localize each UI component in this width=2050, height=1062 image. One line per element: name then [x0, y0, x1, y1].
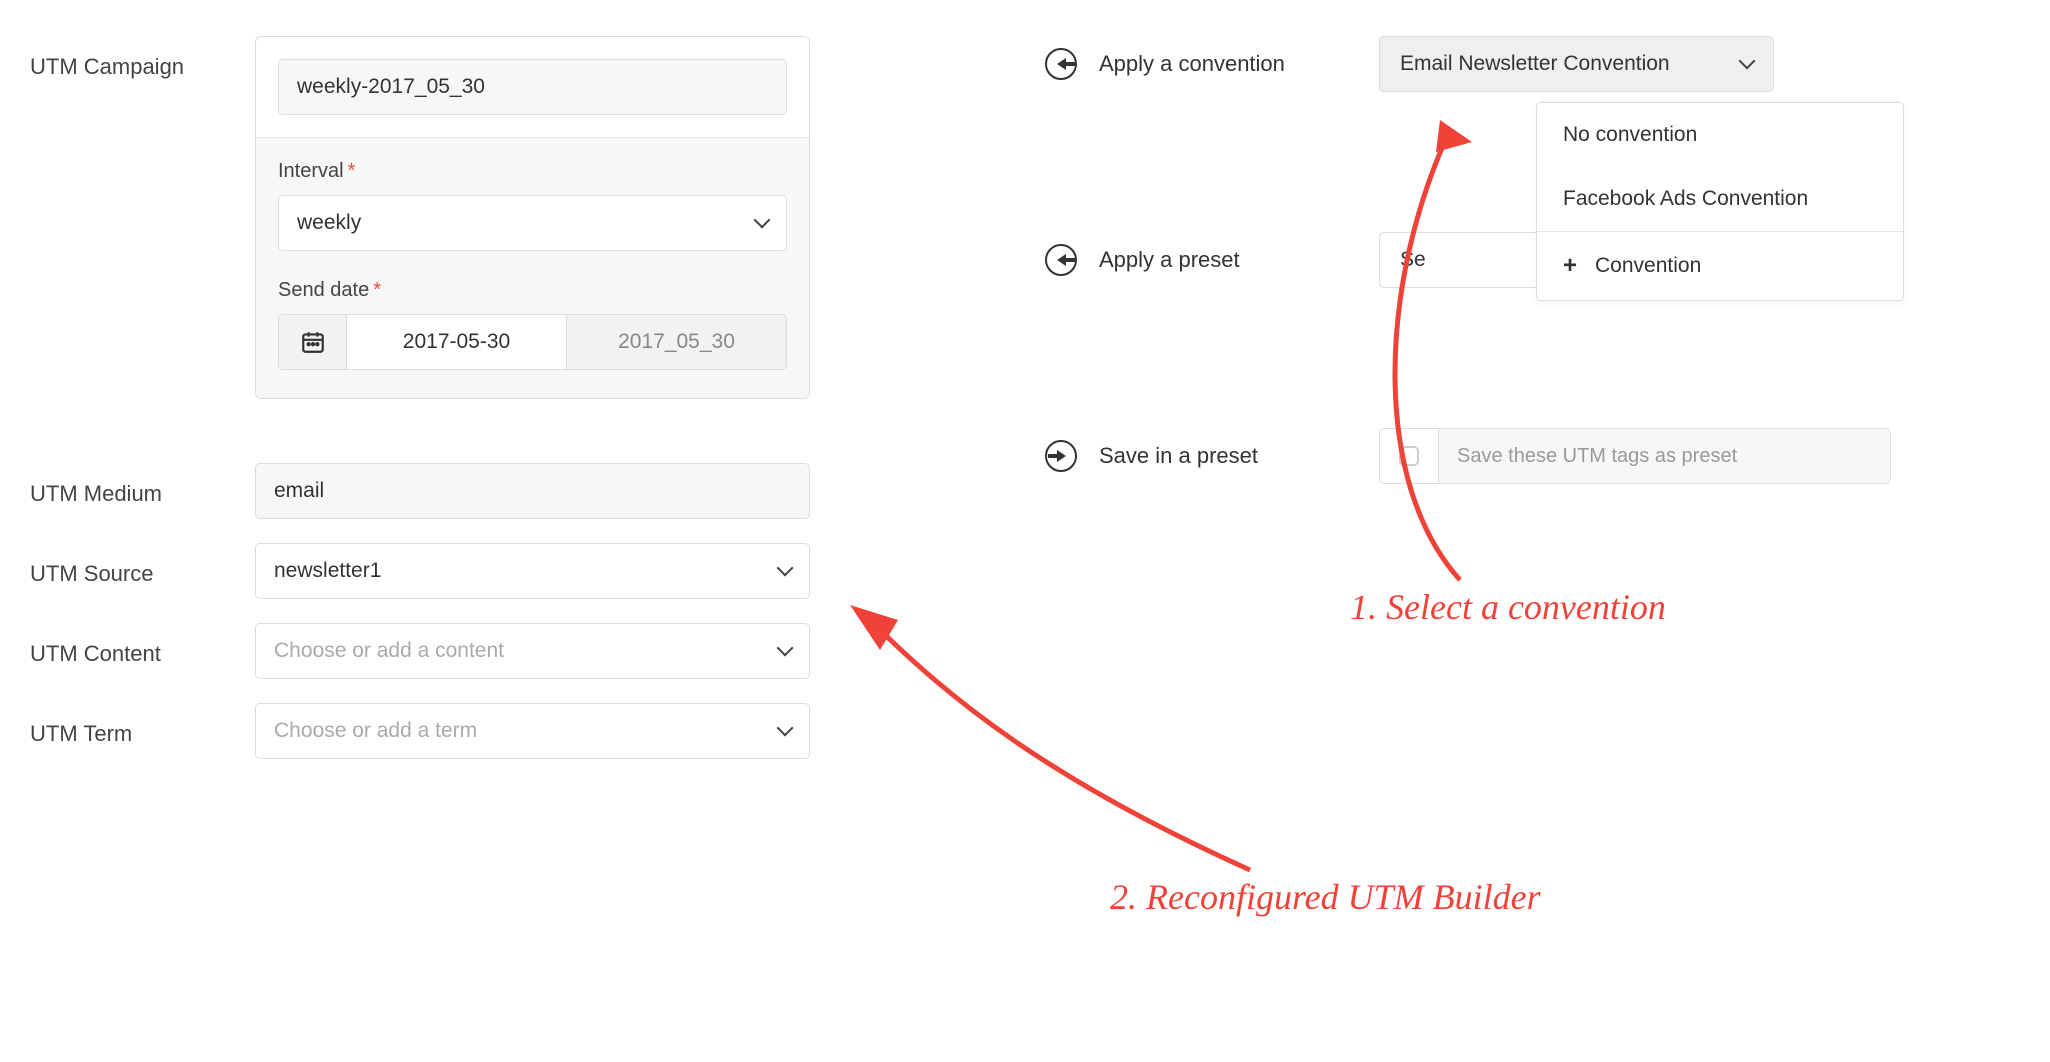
dropdown-item-no-convention[interactable]: No convention: [1537, 103, 1903, 167]
senddate-input[interactable]: 2017-05-30: [347, 315, 567, 369]
arrow-right-icon: [1045, 440, 1077, 472]
senddate-label: Send date*: [278, 279, 787, 302]
label-utm-term: UTM Term: [30, 703, 255, 747]
utm-campaign-input[interactable]: weekly-2017_05_30: [278, 59, 787, 115]
senddate-format: 2017_05_30: [567, 315, 786, 369]
utm-source-select[interactable]: newsletter1: [255, 543, 810, 599]
required-marker: *: [373, 279, 381, 301]
convention-select[interactable]: Email Newsletter Convention: [1379, 36, 1774, 92]
apply-convention-label: Apply a convention: [1099, 51, 1379, 77]
interval-label: Interval*: [278, 160, 787, 183]
row-utm-term: UTM Term Choose or add a term: [30, 703, 830, 759]
row-save-preset: Save in a preset Save these UTM tags as …: [1045, 428, 1945, 484]
utm-term-select[interactable]: Choose or add a term: [255, 703, 810, 759]
interval-select[interactable]: weekly: [278, 195, 787, 251]
row-utm-source: UTM Source newsletter1: [30, 543, 830, 599]
arrow-left-icon: [1045, 48, 1077, 80]
label-utm-medium: UTM Medium: [30, 463, 255, 507]
utm-content-select[interactable]: Choose or add a content: [255, 623, 810, 679]
utm-campaign-value: weekly-2017_05_30: [297, 75, 485, 99]
annotation-step2: 2. Reconfigured UTM Builder: [1110, 876, 1541, 918]
utm-medium-value: email: [274, 479, 324, 503]
utm-source-value: newsletter1: [274, 559, 381, 583]
required-marker: *: [348, 160, 356, 182]
save-preset-checkbox[interactable]: [1379, 428, 1439, 484]
senddate-group: 2017-05-30 2017_05_30: [278, 314, 787, 370]
save-preset-label: Save in a preset: [1099, 443, 1379, 469]
campaign-panel: weekly-2017_05_30 Interval* weekly Send …: [255, 36, 810, 399]
row-apply-convention: Apply a convention Email Newsletter Conv…: [1045, 36, 1945, 92]
calendar-icon[interactable]: [279, 315, 347, 369]
apply-preset-label: Apply a preset: [1099, 247, 1379, 273]
save-preset-input[interactable]: Save these UTM tags as preset: [1439, 428, 1891, 484]
annotation-step1: 1. Select a convention: [1350, 586, 1666, 628]
label-utm-content: UTM Content: [30, 623, 255, 667]
convention-dropdown: No convention Facebook Ads Convention + …: [1536, 102, 1904, 301]
checkbox-icon: [1399, 446, 1419, 466]
plus-icon: +: [1563, 252, 1577, 280]
chevron-down-icon: [777, 560, 794, 577]
preset-visible-text: Se: [1400, 248, 1426, 272]
dropdown-item-facebook-ads[interactable]: Facebook Ads Convention: [1537, 167, 1903, 231]
save-preset-placeholder: Save these UTM tags as preset: [1457, 445, 1737, 468]
chevron-down-icon: [754, 212, 771, 229]
interval-value: weekly: [297, 211, 361, 235]
arrow-left-icon: [1045, 244, 1077, 276]
utm-builder-form: UTM Campaign weekly-2017_05_30 Interval*…: [30, 36, 830, 783]
convention-selected-value: Email Newsletter Convention: [1400, 52, 1670, 76]
row-utm-campaign: UTM Campaign weekly-2017_05_30 Interval*…: [30, 36, 830, 399]
row-utm-medium: UTM Medium email: [30, 463, 830, 519]
chevron-down-icon: [777, 640, 794, 657]
dropdown-add-convention[interactable]: + Convention: [1537, 232, 1903, 300]
chevron-down-icon: [1739, 53, 1756, 70]
chevron-down-icon: [777, 720, 794, 737]
utm-term-placeholder: Choose or add a term: [274, 719, 477, 743]
label-utm-campaign: UTM Campaign: [30, 36, 255, 80]
label-utm-source: UTM Source: [30, 543, 255, 587]
row-utm-content: UTM Content Choose or add a content: [30, 623, 830, 679]
utm-medium-input[interactable]: email: [255, 463, 810, 519]
utm-content-placeholder: Choose or add a content: [274, 639, 504, 663]
